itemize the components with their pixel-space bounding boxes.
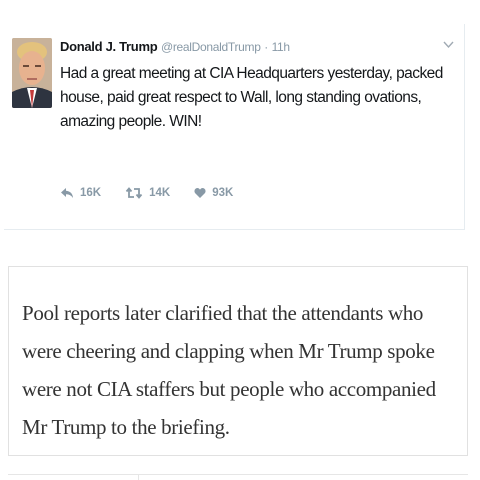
reply-button[interactable]: 16K (60, 187, 101, 199)
header-separator: · (264, 40, 268, 54)
avatar-image (12, 38, 52, 108)
article-text: Pool reports later clarified that the at… (22, 301, 436, 439)
tweet-text: Had a great meeting at CIA Headquarters … (60, 65, 443, 130)
reply-count: 16K (80, 187, 102, 199)
avatar[interactable] (12, 38, 52, 108)
divider-tick (138, 474, 139, 480)
tweet-header: Donald J. Trump @realDonaldTrump · 11h (60, 39, 290, 55)
reply-icon (61, 188, 73, 198)
tweet-actions: 16K 14K 93K (60, 187, 257, 199)
chevron-down-icon[interactable] (443, 37, 454, 52)
retweet-button[interactable]: 14K (125, 187, 170, 199)
user-handle[interactable]: @realDonaldTrump (161, 40, 261, 54)
article-quote-card: Pool reports later clarified that the at… (8, 266, 468, 456)
retweet-count: 14K (149, 187, 171, 199)
display-name[interactable]: Donald J. Trump (60, 39, 158, 54)
tweet-timestamp[interactable]: 11h (272, 40, 291, 54)
like-button[interactable]: 93K (194, 187, 233, 199)
heart-icon (194, 188, 206, 198)
tweet-card: Donald J. Trump @realDonaldTrump · 11h H… (4, 24, 465, 230)
retweet-icon (125, 187, 143, 199)
like-count: 93K (212, 187, 234, 199)
divider (8, 474, 468, 475)
chevron-down-icon-glyph (443, 41, 454, 49)
